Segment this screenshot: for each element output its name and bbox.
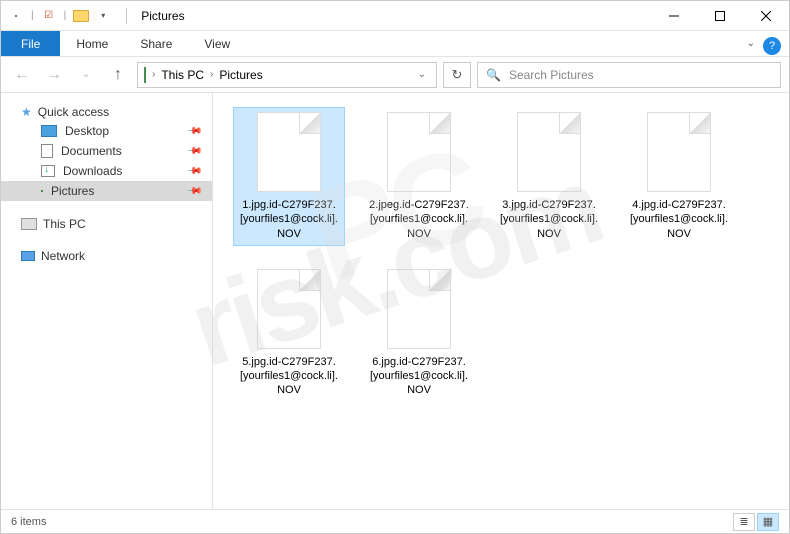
file-tab[interactable]: File [1,31,60,56]
file-name: 6.jpg.id-C279F237.[yourfiles1@cock.li].N… [368,355,470,398]
navigation-pane: ★ Quick access Desktop 📌 Documents 📌 Dow… [1,93,213,509]
pin-icon: 📌 [185,163,202,180]
properties-icon[interactable]: ☑ [40,7,58,25]
ribbon-expand-icon[interactable]: ⌄ [747,38,755,49]
sidebar-item-label: Documents [61,144,122,158]
explorer-window: | ☑ | ▾ Pictures File Home Share View ⌄ … [0,0,790,534]
file-name: 2.jpeg.id-C279F237.[yourfiles1@cock.li].… [368,198,470,241]
sidebar-item-label: Desktop [65,124,109,138]
file-item[interactable]: 3.jpg.id-C279F237.[yourfiles1@cock.li].N… [493,107,605,246]
tab-home[interactable]: Home [60,31,124,56]
separator [126,8,127,24]
view-icons-button[interactable]: ▦ [757,513,779,531]
search-icon: 🔍 [486,68,501,82]
separator: | [64,10,67,21]
status-bar: 6 items ≣ ▦ [1,509,789,533]
minimize-button[interactable] [651,1,697,31]
folder-icon[interactable] [72,7,90,25]
documents-icon [41,144,53,158]
pc-icon [21,218,37,230]
this-pc-label: This PC [43,217,86,231]
window-title: Pictures [141,9,184,23]
up-button[interactable]: ↑ [105,62,131,88]
separator: | [31,10,34,21]
file-icon [257,112,321,192]
view-details-button[interactable]: ≣ [733,513,755,531]
file-name: 5.jpg.id-C279F237.[yourfiles1@cock.li].N… [238,355,340,398]
address-dropdown-icon[interactable]: ⌄ [414,69,430,80]
sidebar-network[interactable]: Network [1,247,212,265]
sidebar-item-desktop[interactable]: Desktop 📌 [1,121,212,141]
file-icon [517,112,581,192]
file-name: 4.jpg.id-C279F237.[yourfiles1@cock.li].N… [628,198,730,241]
back-button[interactable]: ← [9,62,35,88]
desktop-icon [41,125,57,137]
file-item[interactable]: 1.jpg.id-C279F237.[yourfiles1@cock.li].N… [233,107,345,246]
file-icon [257,269,321,349]
downloads-icon [41,165,55,177]
pin-icon: 📌 [185,143,202,160]
tab-share[interactable]: Share [124,31,188,56]
file-icon [647,112,711,192]
window-controls [651,1,789,31]
pictures-icon [144,68,146,82]
sidebar-item-label: Downloads [63,164,122,178]
quick-access-label: Quick access [38,105,109,119]
pin-icon: 📌 [185,183,202,200]
pin-icon: 📌 [185,123,202,140]
help-icon[interactable]: ? [763,37,781,55]
sidebar-this-pc[interactable]: This PC [1,215,212,233]
sidebar-item-label: Pictures [51,184,94,198]
network-icon [21,251,35,261]
app-icon [7,7,25,25]
qat-dropdown-icon[interactable]: ▾ [94,7,112,25]
file-item[interactable]: 2.jpeg.id-C279F237.[yourfiles1@cock.li].… [363,107,475,246]
breadcrumb-this-pc[interactable]: This PC [161,68,204,82]
titlebar: | ☑ | ▾ Pictures [1,1,789,31]
chevron-right-icon[interactable]: › [210,69,213,80]
refresh-button[interactable]: ↻ [443,62,471,88]
file-icon [387,269,451,349]
tab-view[interactable]: View [188,31,246,56]
maximize-button[interactable] [697,1,743,31]
file-name: 3.jpg.id-C279F237.[yourfiles1@cock.li].N… [498,198,600,241]
network-label: Network [41,249,85,263]
close-button[interactable] [743,1,789,31]
view-switcher: ≣ ▦ [733,513,779,531]
quick-access-toolbar: | ☑ | ▾ [1,7,118,25]
ribbon: File Home Share View ⌄ ? [1,31,789,57]
search-placeholder: Search Pictures [509,68,594,82]
sidebar-item-pictures[interactable]: Pictures 📌 [1,181,212,201]
file-grid: 1.jpg.id-C279F237.[yourfiles1@cock.li].N… [233,107,779,403]
search-input[interactable]: 🔍 Search Pictures [477,62,781,88]
breadcrumb-pictures[interactable]: Pictures [219,68,262,82]
file-item[interactable]: 6.jpg.id-C279F237.[yourfiles1@cock.li].N… [363,264,475,403]
file-item[interactable]: 5.jpg.id-C279F237.[yourfiles1@cock.li].N… [233,264,345,403]
file-icon [387,112,451,192]
item-count: 6 items [11,516,46,528]
forward-button[interactable]: → [41,62,67,88]
pictures-icon [41,190,43,192]
sidebar-quick-access[interactable]: ★ Quick access [1,103,212,121]
sidebar-item-downloads[interactable]: Downloads 📌 [1,161,212,181]
address-bar[interactable]: › This PC › Pictures ⌄ [137,62,437,88]
sidebar-item-documents[interactable]: Documents 📌 [1,141,212,161]
file-name: 1.jpg.id-C279F237.[yourfiles1@cock.li].N… [238,198,340,241]
recent-dropdown-icon[interactable]: ⌄ [73,62,99,88]
star-icon: ★ [21,105,32,119]
body: ★ Quick access Desktop 📌 Documents 📌 Dow… [1,93,789,509]
chevron-right-icon[interactable]: › [152,69,155,80]
nav-toolbar: ← → ⌄ ↑ › This PC › Pictures ⌄ ↻ 🔍 Searc… [1,57,789,93]
file-pane[interactable]: 1.jpg.id-C279F237.[yourfiles1@cock.li].N… [213,93,789,509]
file-item[interactable]: 4.jpg.id-C279F237.[yourfiles1@cock.li].N… [623,107,735,246]
